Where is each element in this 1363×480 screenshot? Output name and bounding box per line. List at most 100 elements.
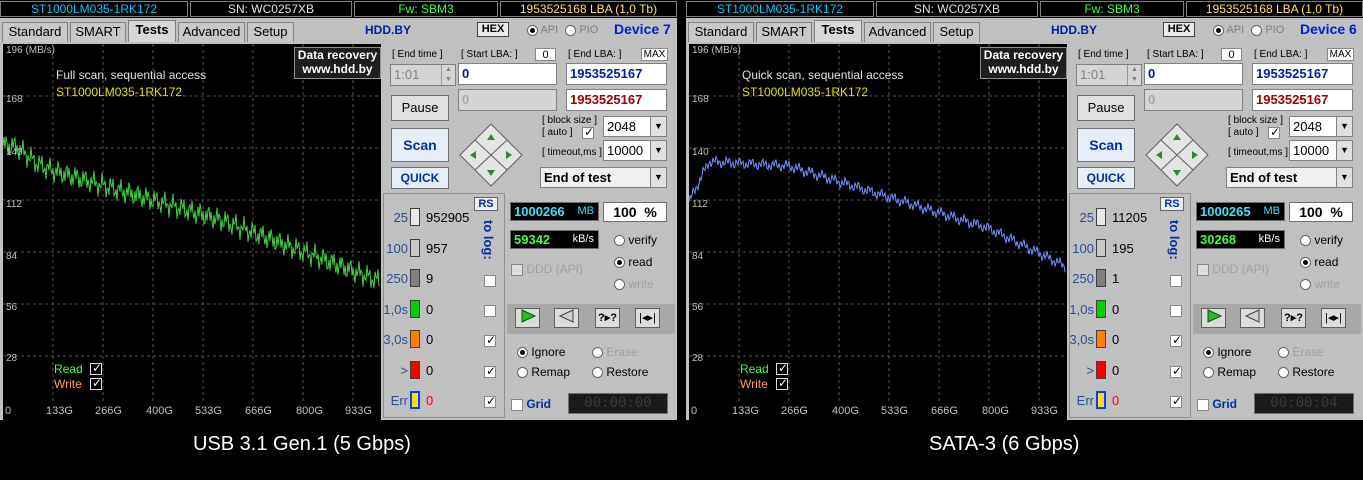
end-time-spinner[interactable]: ▲ ▼ [1127, 65, 1141, 85]
remap-option[interactable]: Remap [517, 365, 570, 379]
end-time-spinner[interactable]: ▲ ▼ [441, 65, 455, 85]
ignore-radio[interactable] [517, 347, 528, 359]
ignore-option[interactable]: Ignore [517, 345, 565, 359]
timeout-select[interactable]: 10000 ▼ [1289, 140, 1353, 161]
remap-option[interactable]: Remap [1203, 365, 1256, 379]
read-radio[interactable] [1300, 257, 1311, 269]
status-select[interactable]: End of test ▼ [540, 167, 667, 188]
tab-advanced[interactable]: Advanced [864, 22, 931, 42]
end-seek-button[interactable]: |◂▸| [635, 308, 660, 328]
log-checkbox-250[interactable] [1170, 275, 1182, 287]
verify-option[interactable]: verify [614, 233, 657, 247]
start-lba-zero-button[interactable]: 0 [535, 48, 556, 61]
site-link[interactable]: HDD.BY [365, 23, 411, 37]
read-checkbox[interactable] [90, 361, 102, 375]
ignore-option[interactable]: Ignore [1203, 345, 1251, 359]
verify-option[interactable]: verify [1300, 233, 1343, 247]
ddd-api-checkbox[interactable] [1197, 263, 1209, 276]
auto-block-checkbox[interactable] [1268, 125, 1280, 139]
start-lba-input[interactable]: 0 [458, 63, 557, 85]
erase-radio[interactable] [592, 347, 603, 359]
restore-option[interactable]: Restore [592, 365, 648, 379]
hex-button[interactable]: HEX [477, 22, 509, 37]
log-checkbox-1s[interactable] [484, 305, 496, 317]
read-radio[interactable] [614, 257, 625, 269]
scan-button[interactable]: Scan [1077, 128, 1135, 162]
ignore-radio[interactable] [1203, 347, 1214, 359]
rs-button[interactable]: RS [474, 197, 498, 211]
end-lba-max-button[interactable]: MAX [641, 48, 668, 61]
write-radio[interactable] [1300, 279, 1311, 291]
log-checkbox-1s[interactable] [1170, 305, 1182, 317]
grid-checkbox[interactable] [511, 398, 523, 411]
erase-option[interactable]: Erase [592, 345, 638, 359]
log-checkbox-err[interactable] [484, 394, 496, 408]
write-checkbox[interactable] [776, 376, 788, 390]
timeout-select[interactable]: 10000 ▼ [603, 140, 667, 161]
block-size-select[interactable]: 2048 ▼ [603, 116, 667, 137]
pause-button[interactable]: Pause [391, 95, 449, 121]
tab-setup[interactable]: Setup [247, 22, 294, 42]
api-radio[interactable] [1213, 24, 1224, 36]
rs-button[interactable]: RS [1160, 197, 1184, 211]
api-radio[interactable] [527, 24, 538, 36]
remap-radio[interactable] [1203, 367, 1214, 379]
write-radio[interactable] [614, 279, 625, 291]
tab-tests[interactable]: Tests [128, 20, 176, 42]
read-option[interactable]: read [1300, 255, 1338, 269]
play-button[interactable] [1201, 308, 1226, 328]
erase-radio[interactable] [1278, 347, 1289, 359]
start-lba-input[interactable]: 0 [1144, 63, 1243, 85]
ddd-api-option[interactable]: DDD (API) [1197, 262, 1269, 276]
block-size-select[interactable]: 2048 ▼ [1289, 116, 1353, 137]
verify-radio[interactable] [1300, 235, 1311, 247]
auto-block-checkbox[interactable] [582, 125, 594, 139]
tab-standard[interactable]: Standard [2, 22, 68, 42]
rewind-button[interactable] [1240, 308, 1265, 328]
write-checkbox[interactable] [90, 376, 102, 390]
log-checkbox-gt[interactable] [1170, 364, 1182, 378]
grid-option[interactable]: Grid [1197, 397, 1237, 411]
log-checkbox-gt[interactable] [484, 364, 496, 378]
data-recovery-banner[interactable]: Data recovery www.hdd.by [980, 47, 1067, 79]
rewind-button[interactable] [554, 308, 579, 328]
restore-radio[interactable] [592, 367, 603, 379]
grid-checkbox[interactable] [1197, 398, 1209, 411]
erase-option[interactable]: Erase [1278, 345, 1324, 359]
ddd-api-option[interactable]: DDD (API) [511, 262, 583, 276]
pio-radio[interactable] [565, 24, 577, 36]
end-time-field[interactable]: 1:01 ▲ ▼ [1076, 64, 1142, 86]
status-select[interactable]: End of test ▼ [1226, 167, 1353, 188]
tab-tests[interactable]: Tests [814, 20, 862, 42]
log-checkbox-3s[interactable] [484, 333, 496, 347]
write-option[interactable]: write [1300, 277, 1340, 291]
end-lba-input[interactable]: 1953525167 [1252, 63, 1353, 85]
end-lba-max-button[interactable]: MAX [1327, 48, 1354, 61]
restore-radio[interactable] [1278, 367, 1289, 379]
data-recovery-banner[interactable]: Data recovery www.hdd.by [294, 47, 381, 79]
write-option[interactable]: write [614, 277, 654, 291]
seek-dpad[interactable] [1145, 123, 1209, 187]
remap-radio[interactable] [517, 367, 528, 379]
tab-setup[interactable]: Setup [933, 22, 980, 42]
quick-button[interactable]: QUICK [391, 167, 449, 189]
random-seek-button[interactable]: ?▸? [1281, 308, 1306, 328]
log-checkbox-err[interactable] [1170, 394, 1182, 408]
end-seek-button[interactable]: |◂▸| [1321, 308, 1346, 328]
tab-standard[interactable]: Standard [688, 22, 754, 42]
log-checkbox-3s[interactable] [1170, 333, 1182, 347]
random-seek-button[interactable]: ?▸? [595, 308, 620, 328]
grid-option[interactable]: Grid [511, 397, 551, 411]
start-lba-zero-button[interactable]: 0 [1221, 48, 1242, 61]
scan-button[interactable]: Scan [391, 128, 449, 162]
hex-button[interactable]: HEX [1163, 22, 1195, 37]
seek-dpad[interactable] [459, 123, 523, 187]
tab-smart[interactable]: SMART [756, 22, 812, 42]
read-option[interactable]: read [614, 255, 652, 269]
play-button[interactable] [515, 308, 540, 328]
tab-smart[interactable]: SMART [70, 22, 126, 42]
quick-button[interactable]: QUICK [1077, 167, 1135, 189]
end-lba-input[interactable]: 1953525167 [566, 63, 667, 85]
verify-radio[interactable] [614, 235, 625, 247]
site-link[interactable]: HDD.BY [1051, 23, 1097, 37]
